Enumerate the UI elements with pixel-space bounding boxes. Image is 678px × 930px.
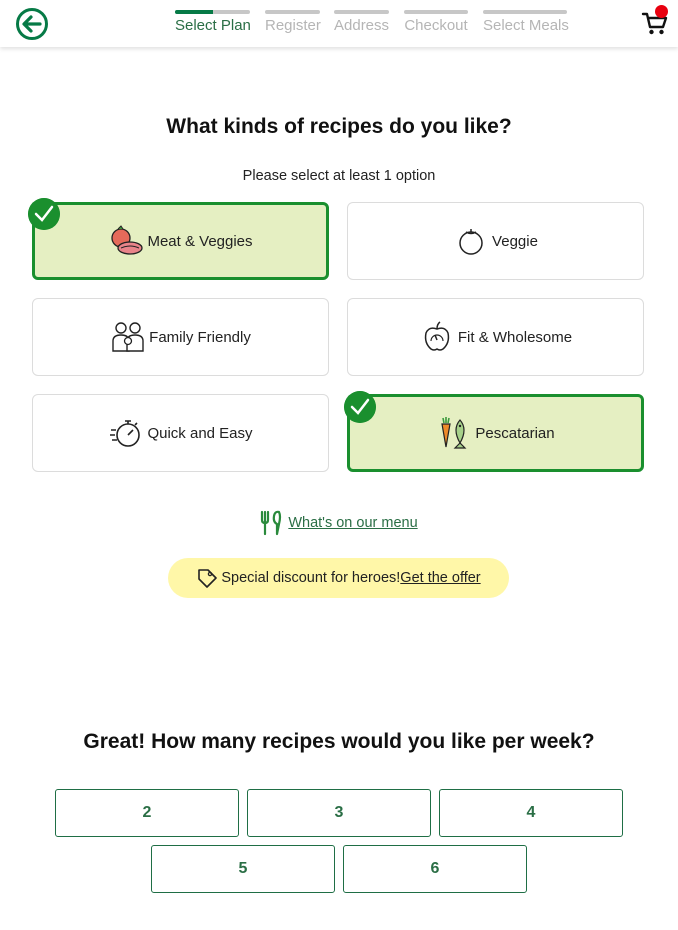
recipes-option-6[interactable]: 6 — [343, 845, 527, 893]
step-register: Register — [265, 10, 321, 34]
meat-veggies-icon — [111, 225, 144, 255]
step-address: Address — [334, 10, 389, 34]
option-pescatarian[interactable]: Pescatarian — [347, 394, 644, 472]
option-veggie[interactable]: Veggie — [347, 202, 644, 280]
stopwatch-icon — [110, 420, 141, 447]
recipes-option-2[interactable]: 2 — [55, 789, 239, 837]
header: Select Plan Register Address Checkout Se… — [0, 0, 678, 47]
menu-link-row: What's on our menu — [0, 510, 678, 536]
promo-text: Special discount for heroes! — [221, 570, 401, 586]
recipes-option-3[interactable]: 3 — [247, 789, 431, 837]
option-label: Quick and Easy — [147, 424, 253, 442]
option-label: Meat & Veggies — [147, 232, 253, 250]
whats-on-menu-link[interactable]: What's on our menu — [288, 515, 417, 531]
check-icon — [28, 198, 60, 230]
preferences-title: What kinds of recipes do you like? — [166, 115, 512, 138]
step-label: Select Meals — [483, 17, 569, 34]
step-label: Register — [265, 17, 321, 34]
cart-badge — [655, 5, 668, 18]
option-label: Veggie — [492, 232, 538, 250]
step-label: Address — [334, 17, 390, 34]
option-meat-veggies[interactable]: Meat & Veggies — [32, 202, 329, 280]
option-label: Fit & Wholesome — [457, 328, 573, 346]
recipes-option-5[interactable]: 5 — [151, 845, 335, 893]
tag-icon — [198, 569, 218, 588]
option-family-friendly[interactable]: Family Friendly — [32, 298, 329, 376]
recipes-per-week-title: Great! How many recipes would you like p… — [83, 730, 595, 753]
option-fit-wholesome[interactable]: Fit & Wholesome — [347, 298, 644, 376]
step-label: Checkout — [404, 17, 468, 34]
fit-apple-icon — [424, 321, 450, 351]
preferences-hint: Please select at least 1 option — [242, 168, 436, 184]
promo-banner: Special discount for heroes! Get the off… — [168, 558, 509, 598]
option-label: Family Friendly — [149, 328, 251, 346]
step-select-meals: Select Meals — [483, 10, 569, 34]
family-icon — [112, 322, 144, 352]
step-label: Select Plan — [175, 17, 251, 34]
back-arrow-icon[interactable] — [15, 7, 49, 41]
recipes-option-4[interactable]: 4 — [439, 789, 623, 837]
fish-carrot-icon — [441, 417, 467, 449]
check-icon — [344, 391, 376, 423]
get-offer-link[interactable]: Get the offer — [400, 570, 480, 586]
step-select-plan: Select Plan — [175, 10, 251, 34]
veggie-icon — [459, 229, 483, 255]
option-quick-easy[interactable]: Quick and Easy — [32, 394, 329, 472]
option-label: Pescatarian — [475, 424, 555, 442]
step-checkout: Checkout — [404, 10, 468, 34]
fork-icon — [261, 510, 282, 536]
